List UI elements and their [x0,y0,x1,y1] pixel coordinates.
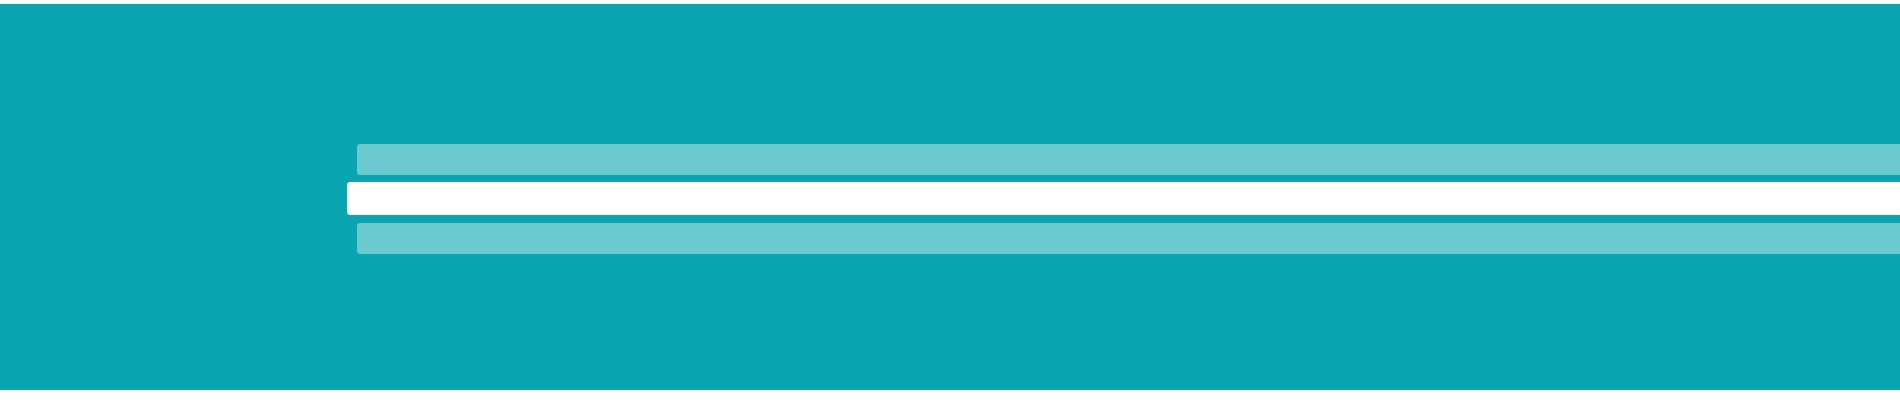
list-item-upper[interactable] [357,144,1900,175]
list-item-selected[interactable] [347,182,1900,215]
list-item-lower[interactable] [357,223,1900,254]
teal-panel [0,4,1900,390]
